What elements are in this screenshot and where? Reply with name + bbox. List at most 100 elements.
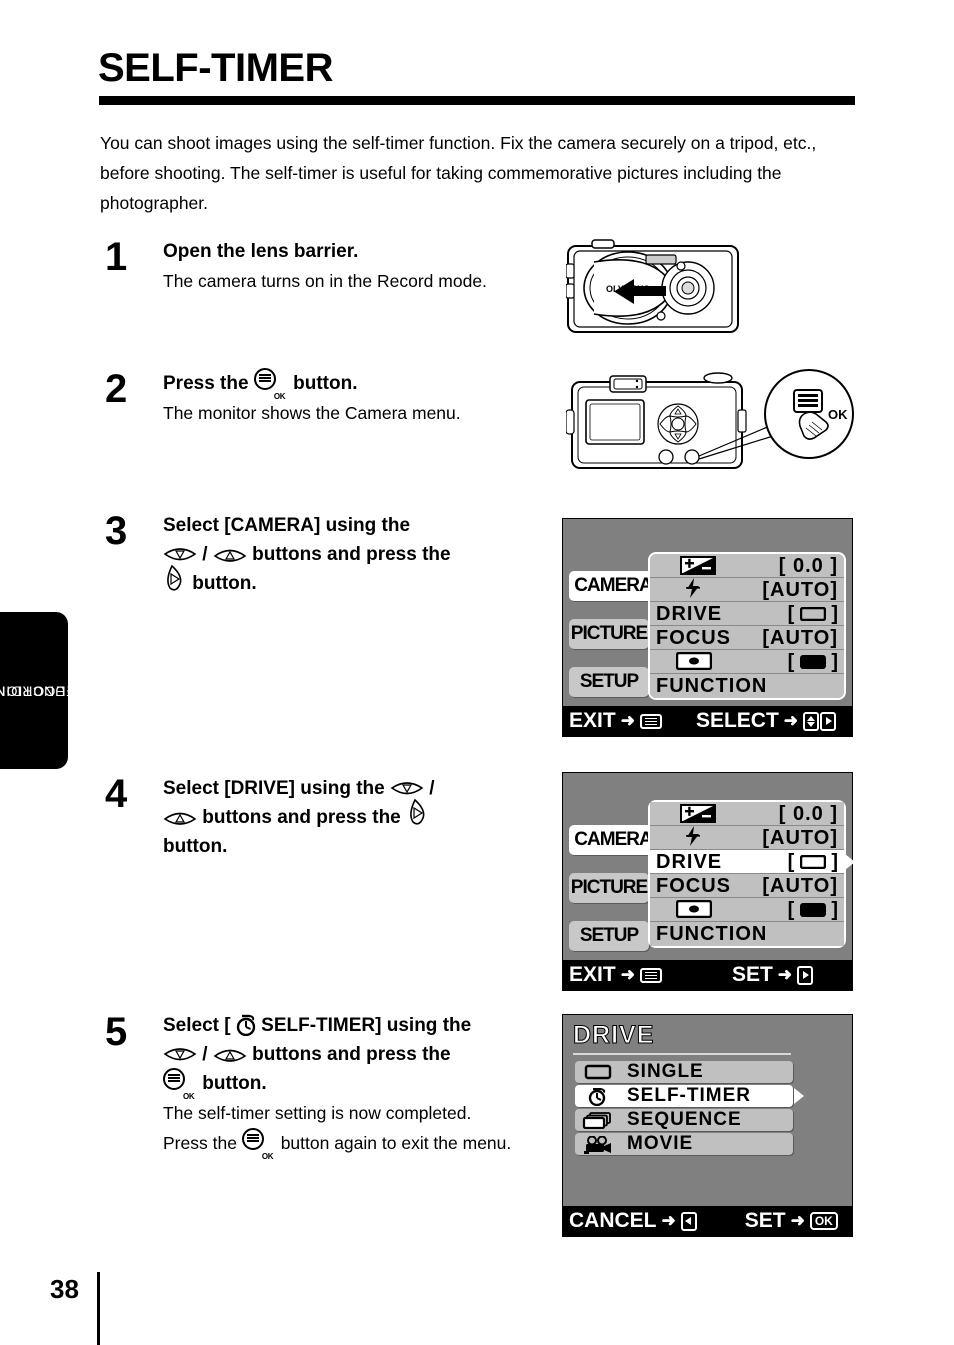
step-description-5b: Press the OK button again to exit the me… — [163, 1128, 548, 1161]
metering-icon — [675, 651, 713, 675]
step-description-1: The camera turns on in the Record mode. — [163, 271, 487, 291]
lcd1-metering-value: [ ] — [787, 651, 838, 673]
lcd1-tab-picture[interactable]: PICTURE — [569, 619, 649, 649]
lcd1-flash-value: [AUTO] — [762, 579, 838, 601]
lcd2-focus-label: FOCUS — [656, 875, 731, 897]
step-body-3: Select [CAMERA] using the / buttons and … — [163, 511, 523, 598]
lcd2-row-flash[interactable]: [AUTO] — [650, 826, 844, 850]
lcd2-drive-label: DRIVE — [656, 851, 723, 873]
lcd2-tab-picture[interactable]: PICTURE — [569, 873, 649, 903]
lcd2-function-label: FUNCTION — [656, 923, 768, 945]
lcd2-flash-value: [AUTO] — [762, 827, 838, 849]
step-description-2: The monitor shows the Camera menu. — [163, 403, 461, 423]
lcd2-row-function[interactable]: FUNCTION — [650, 922, 844, 946]
lcd1-select-label: SELECT — [695, 709, 779, 732]
camera-back-illustration: OK — [566, 369, 854, 469]
step-number-4: 4 — [105, 772, 128, 816]
step3-text-a: Select [CAMERA] using the — [163, 515, 411, 536]
lcd2-set-label: SET — [731, 963, 773, 986]
lcd2-metering-value: [ ] — [787, 899, 838, 921]
svg-text:OLYMPUS: OLYMPUS — [606, 284, 650, 294]
arrow-right-glyph-2: ➜ — [783, 711, 799, 730]
menu-ok-button-icon: OK — [241, 1128, 276, 1161]
menu-icon — [639, 713, 662, 729]
up-arrow-button-icon — [163, 810, 197, 828]
exposure-compensation-icon — [680, 804, 716, 828]
down-arrow-button-icon — [163, 1047, 197, 1065]
lcd1-tab-setup[interactable]: SETUP — [569, 667, 649, 697]
self-timer-icon — [236, 1014, 256, 1036]
ok-label: OK — [183, 1092, 195, 1101]
lcd-camera-menu-drive: CAMERA PICTURE SETUP [ 0.0 ] [AUTO] DRIV… — [562, 772, 855, 991]
up-arrow-button-icon — [213, 547, 247, 565]
page-number: 38 — [50, 1274, 79, 1304]
menu-icon — [639, 967, 662, 983]
right-arrow-button-icon — [163, 564, 187, 594]
step-body-2: Press the OK button. The monitor shows t… — [163, 368, 553, 428]
lcd3-option-sequence[interactable]: SEQUENCE — [575, 1109, 793, 1131]
lcd2-tab-camera[interactable]: CAMERA — [569, 825, 657, 855]
lcd2-tab-camera-label: CAMERA — [574, 829, 652, 850]
lcd3-cancel-label: CANCEL — [569, 1209, 657, 1232]
lcd3-option-movie[interactable]: MOVIE — [575, 1133, 793, 1155]
step-heading-3: Select [CAMERA] using the / buttons and … — [163, 511, 523, 598]
arrow-right-glyph-2: ➜ — [790, 1211, 805, 1230]
lcd2-set-hint: SET ➜ — [731, 963, 814, 987]
flash-icon — [686, 578, 700, 603]
lcd1-row-flash[interactable]: [AUTO] — [650, 578, 844, 602]
step3-text-b: buttons and press the — [252, 544, 451, 565]
lcd2-row-exposure[interactable]: [ 0.0 ] — [650, 802, 844, 826]
lcd2-exposure-value: [ 0.0 ] — [778, 803, 838, 825]
left-icon — [680, 1211, 697, 1231]
step-body-1: Open the lens barrier. The camera turns … — [163, 237, 553, 296]
selection-arrow-icon — [845, 854, 855, 870]
lcd3-option-self-timer[interactable]: SELF-TIMER — [575, 1085, 804, 1107]
selection-arrow-icon — [794, 1088, 804, 1104]
menu-ok-button-icon: OK — [163, 1068, 197, 1101]
lcd1-row-drive[interactable]: DRIVE [ ] — [650, 602, 844, 626]
lcd3-option-single[interactable]: SINGLE — [575, 1061, 793, 1083]
lcd1-select-hint: SELECT ➜ — [695, 709, 837, 733]
single-frame-icon — [581, 1064, 615, 1080]
right-icon — [820, 711, 837, 731]
lcd1-drive-value: [ ] — [787, 603, 838, 625]
lcd2-tab-setup[interactable]: SETUP — [569, 921, 649, 951]
svg-text:OK: OK — [828, 407, 848, 422]
lcd2-row-drive[interactable]: DRIVE [ ] — [650, 850, 855, 874]
arrow-right-glyph-2: ➜ — [777, 965, 793, 984]
lcd1-tab-camera[interactable]: CAMERA — [569, 571, 659, 601]
lcd2-drive-value: [ ] — [787, 851, 838, 873]
lcd1-row-focus[interactable]: FOCUS [AUTO] — [650, 626, 844, 650]
lcd1-drive-label: DRIVE — [656, 603, 723, 625]
lcd2-row-focus[interactable]: FOCUS [AUTO] — [650, 874, 844, 898]
lcd3-set-hint: SET ➜ OK — [745, 1209, 838, 1233]
lcd3-set-label: SET — [744, 1209, 786, 1232]
lcd1-settings-panel: [ 0.0 ] [AUTO] DRIVE [ ] FOCUS [AUTO] [… — [648, 552, 846, 700]
down-arrow-button-icon — [163, 547, 197, 565]
step4-slash: / — [429, 778, 435, 799]
lcd2-row-metering[interactable]: [ ] — [650, 898, 844, 922]
ok-label: OK — [261, 1152, 274, 1161]
up-arrow-button-icon — [213, 1047, 247, 1065]
step-body-4: Select [DRIVE] using the / buttons and p… — [163, 774, 533, 861]
step3-slash: / — [202, 544, 208, 565]
lcd1-row-exposure[interactable]: [ 0.0 ] — [650, 554, 844, 578]
lcd2-settings-panel: [ 0.0 ] [AUTO] DRIVE [ ] FOCUS [AUTO] [… — [648, 800, 855, 948]
step4-text-b: buttons and press the — [202, 807, 401, 828]
step2-heading-pre: Press the — [163, 373, 249, 394]
lcd1-row-function[interactable]: FUNCTION — [650, 674, 844, 698]
step-number-5: 5 — [105, 1010, 128, 1054]
lcd1-exposure-value: [ 0.0 ] — [778, 555, 838, 577]
step-heading-2: Press the OK button. — [163, 368, 553, 401]
lcd3-cancel-hint: CANCEL ➜ — [569, 1209, 697, 1233]
step5-text-d: button. — [202, 1073, 267, 1094]
lcd2-exit-hint: EXIT ➜ — [569, 963, 662, 987]
lcd3-title-underline — [573, 1053, 791, 1055]
lcd1-focus-label: FOCUS — [656, 627, 731, 649]
four-way-pad — [657, 403, 699, 445]
right-icon — [797, 965, 814, 985]
right-arrow-button-icon — [406, 798, 430, 828]
lcd1-row-metering[interactable]: [ ] — [650, 650, 844, 674]
lcd2-status-bar: EXIT ➜ SET ➜ — [563, 960, 852, 990]
lcd-drive-list: DRIVE SINGLE SELF-TIMER SEQUENCE MOVIE C… — [562, 1014, 853, 1237]
